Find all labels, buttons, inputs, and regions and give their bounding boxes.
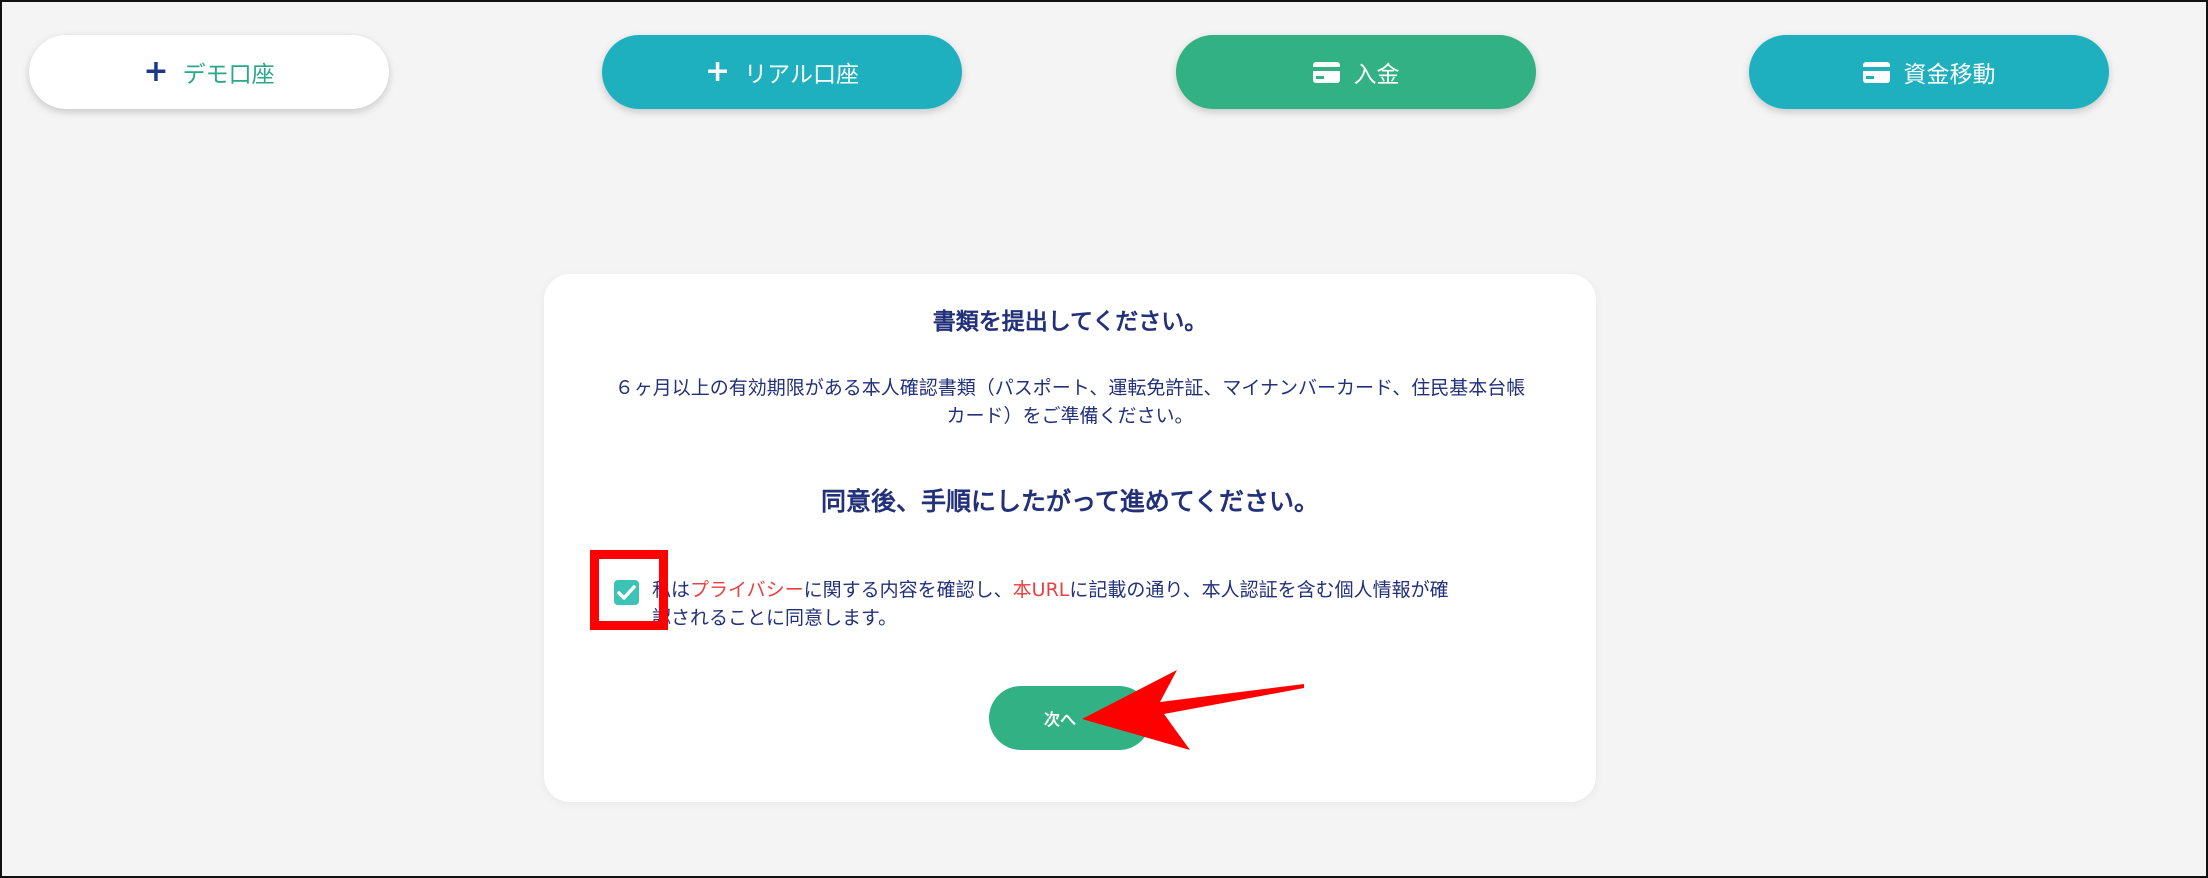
consent-text: 私はプライバシーに関する内容を確認し、本URLに記載の通り、本人認証を含む個人情…: [614, 576, 1454, 632]
deposit-label: 入金: [1353, 62, 1400, 88]
credit-card-icon: [1862, 61, 1890, 83]
privacy-link[interactable]: プライバシー: [690, 579, 804, 601]
real-account-label: リアル口座: [744, 62, 859, 88]
dialog-title: 書類を提出してください。: [932, 309, 1208, 335]
dialog-description: ６ヶ月以上の有効期限がある本人確認書類（パスポート、運転免許証、マイナンバーカー…: [614, 377, 1526, 427]
annotation-highlight-box: [590, 550, 668, 630]
credit-card-icon: [1312, 61, 1340, 83]
demo-account-label: デモ口座: [182, 62, 275, 88]
fund-transfer-label: 資金移動: [1903, 62, 1996, 88]
fund-transfer-button[interactable]: 資金移動: [1749, 35, 2109, 109]
real-account-button[interactable]: + リアル口座: [602, 35, 962, 109]
annotation-arrow-icon: [1082, 670, 1304, 750]
plus-icon: +: [705, 54, 731, 89]
plus-icon: +: [143, 54, 169, 89]
document-submission-dialog: 書類を提出してください。 ６ヶ月以上の有効期限がある本人確認書類（パスポート、運…: [544, 274, 1596, 802]
consent-middle: に関する内容を確認し、: [803, 579, 1013, 601]
demo-account-button[interactable]: + デモ口座: [29, 35, 389, 109]
deposit-button[interactable]: 入金: [1176, 35, 1536, 109]
dialog-heading: 同意後、手順にしたがって進めてください。: [820, 487, 1319, 516]
url-link[interactable]: 本URL: [1013, 579, 1070, 601]
